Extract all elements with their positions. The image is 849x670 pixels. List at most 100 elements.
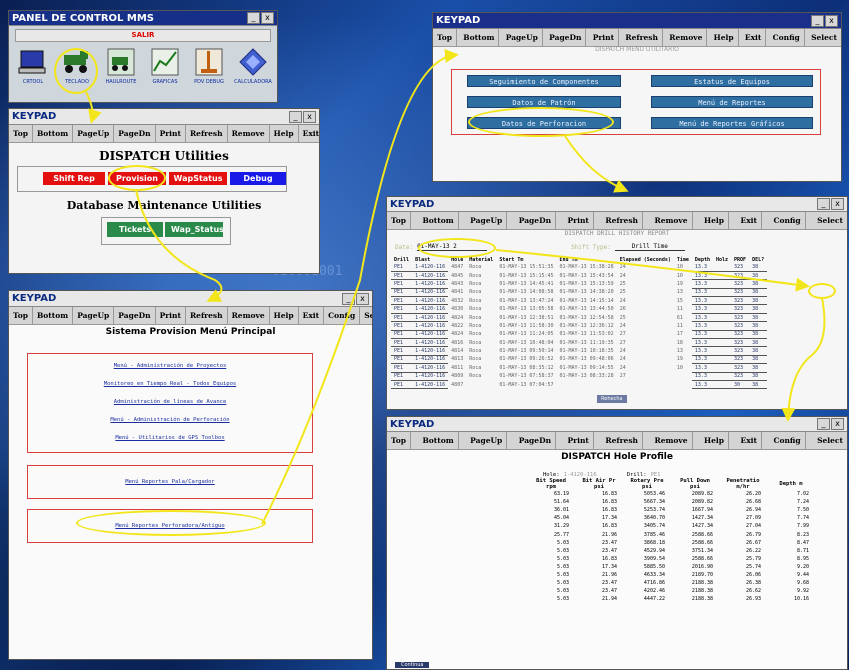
select-button[interactable]: Select xyxy=(813,212,847,229)
drill-row[interactable]: PE1 1-4120-116 4822 Roca 01-MAY-13 11:58:30 0… xyxy=(391,321,768,331)
select-button[interactable]: Select xyxy=(813,432,847,449)
minimize-icon[interactable]: _ xyxy=(247,12,260,24)
exit-button[interactable]: Exit xyxy=(741,29,767,46)
top-button[interactable]: Top xyxy=(9,125,33,142)
debug-button[interactable]: Debug xyxy=(230,172,286,185)
exit-button[interactable]: Exit xyxy=(736,432,762,449)
bottom-button[interactable]: Bottom xyxy=(418,212,459,229)
pageup-button[interactable]: PageUp xyxy=(466,212,508,229)
print-button[interactable]: Print xyxy=(564,212,594,229)
calculadora-launcher[interactable]: CALCULADORA xyxy=(231,47,275,85)
wapstatus-button[interactable]: WapStatus xyxy=(169,172,227,185)
pageup-button[interactable]: PageUp xyxy=(466,432,508,449)
pageup-button[interactable]: PageUp xyxy=(502,29,543,46)
continua-button[interactable]: Continua xyxy=(395,662,430,668)
pagedn-button[interactable]: PageDn xyxy=(545,29,587,46)
minimize-icon[interactable]: _ xyxy=(342,292,355,305)
close-icon[interactable]: x xyxy=(825,14,838,27)
drill-row[interactable]: PE1 1-4120-116 4813 Roca 01-MAY-13 09:26:52 0… xyxy=(391,355,768,365)
drill-row[interactable]: PE1 1-4120-116 4830 Roca 01-MAY-13 13:05:58 0… xyxy=(391,304,768,314)
remove-button[interactable]: Remove xyxy=(665,29,708,46)
salir-button[interactable]: SALIR xyxy=(15,29,271,42)
link-monitoreo-tiempo-real[interactable]: Monitoreo en Tiempo Real - Todos Equipos xyxy=(28,375,312,393)
pagedn-button[interactable]: PageDn xyxy=(515,212,557,229)
menu-reportes-button[interactable]: Menú de Reportes xyxy=(651,96,813,108)
tickets-button[interactable]: Tickets xyxy=(107,222,163,237)
minimize-icon[interactable]: _ xyxy=(817,198,830,210)
refresh-button[interactable]: Refresh xyxy=(601,432,643,449)
exit-button[interactable]: Exit xyxy=(736,212,762,229)
link-gps-toolbox[interactable]: Menú - Utilitarios de GPS Toolbox xyxy=(28,429,312,447)
select-button[interactable]: Select xyxy=(807,29,841,46)
close-icon[interactable]: x xyxy=(831,418,844,430)
haulroute-launcher[interactable]: HAULROUTE xyxy=(99,47,143,85)
top-button[interactable]: Top xyxy=(387,432,411,449)
drill-row[interactable]: PE1 1-4120-116 4824 Roca 01-MAY-13 11:24:05 0… xyxy=(391,330,768,340)
refresh-button[interactable]: Refresh xyxy=(186,125,228,142)
minimize-icon[interactable]: _ xyxy=(811,14,824,27)
bottom-button[interactable]: Bottom xyxy=(418,432,459,449)
exit-button[interactable]: Exit xyxy=(299,307,325,324)
print-button[interactable]: Print xyxy=(156,307,186,324)
pageup-button[interactable]: PageUp xyxy=(73,125,115,142)
drill-row[interactable]: PE1 1-4120-116 4832 Roca 01-MAY-13 13:47:24 0… xyxy=(391,296,768,306)
close-icon[interactable]: x xyxy=(356,292,369,305)
seguimiento-componentes-button[interactable]: Seguimiento de Componentes xyxy=(467,75,621,87)
config-button[interactable]: Config xyxy=(769,29,805,46)
help-button[interactable]: Help xyxy=(270,125,299,142)
config-button[interactable]: Config xyxy=(324,307,361,324)
pageup-button[interactable]: PageUp xyxy=(73,307,115,324)
rehecha-button[interactable]: Rehecha xyxy=(597,395,627,403)
shift-rep-button[interactable]: Shift Rep xyxy=(43,172,105,185)
shift-input[interactable]: Drill Time xyxy=(614,243,685,251)
print-button[interactable]: Print xyxy=(156,125,186,142)
close-icon[interactable]: x xyxy=(303,110,316,123)
drill-row[interactable]: PE1 1-4120-116 4845 Roca 01-MAY-13 15:15:45 0… xyxy=(391,271,768,281)
help-button[interactable]: Help xyxy=(700,432,729,449)
estatus-equipos-button[interactable]: Estatus de Equipos xyxy=(651,75,813,87)
select-button[interactable]: Select xyxy=(360,307,372,324)
drill-row[interactable]: PE1 1-4120-116 4814 Roca 01-MAY-13 09:50:14 0… xyxy=(391,346,768,356)
help-button[interactable]: Help xyxy=(700,212,729,229)
bottom-button[interactable]: Bottom xyxy=(33,125,74,142)
config-button[interactable]: Config xyxy=(769,432,806,449)
top-button[interactable]: Top xyxy=(433,29,457,46)
bottom-button[interactable]: Bottom xyxy=(459,29,500,46)
graficas-launcher[interactable]: GRAFICAS xyxy=(143,47,187,85)
crtool-launcher[interactable]: CRTOOL xyxy=(11,47,55,85)
menu-reportes-graficos-button[interactable]: Menú de Reportes Gráficos xyxy=(651,117,813,129)
refresh-button[interactable]: Refresh xyxy=(601,212,643,229)
close-icon[interactable]: x xyxy=(831,198,844,210)
drill-row[interactable]: PE1 1-4120-116 4847 Roca 01-MAY-13 15:51:35 0… xyxy=(391,263,768,272)
minimize-icon[interactable]: _ xyxy=(817,418,830,430)
pagedn-button[interactable]: PageDn xyxy=(515,432,557,449)
refresh-button[interactable]: Refresh xyxy=(186,307,228,324)
drill-row[interactable]: PE1 1-4120-116 4843 Roca 01-MAY-13 14:45:41 0… xyxy=(391,279,768,289)
config-button[interactable]: Config xyxy=(769,212,806,229)
help-button[interactable]: Help xyxy=(270,307,299,324)
help-button[interactable]: Help xyxy=(710,29,739,46)
print-button[interactable]: Print xyxy=(589,29,620,46)
drill-row[interactable]: PE1 1-4120-116 4824 Roca 01-MAY-13 12:38:51 0… xyxy=(391,313,768,323)
drill-row[interactable]: PE1 1-4120-116 4809 Roca 01-MAY-13 07:58:37 0… xyxy=(391,372,768,381)
close-icon[interactable]: x xyxy=(261,12,274,24)
drill-row[interactable]: PE1 1-4120-116 4807 01-MAY-13 07:04:57 13.3 3… xyxy=(391,380,768,390)
exit-button[interactable]: Exit xyxy=(299,125,319,142)
link-reportes-pala[interactable]: Menú Reportes Pala/Cargador xyxy=(28,473,312,491)
link-administracion-perforacion[interactable]: Menú - Administración de Perforación xyxy=(28,411,312,429)
wap-status-button[interactable]: Wap_Status xyxy=(165,222,224,237)
remove-button[interactable]: Remove xyxy=(650,432,693,449)
pagedn-button[interactable]: PageDn xyxy=(114,125,156,142)
remove-button[interactable]: Remove xyxy=(650,212,693,229)
drill-row[interactable]: PE1 1-4120-116 4841 Roca 01-MAY-13 14:08:58 0… xyxy=(391,288,768,298)
link-lineas-avance[interactable]: Administración de líneas de Avance xyxy=(28,393,312,411)
pdv-debug-launcher[interactable]: PDV DEBUG xyxy=(187,47,231,85)
refresh-button[interactable]: Refresh xyxy=(621,29,663,46)
pagedn-button[interactable]: PageDn xyxy=(114,307,156,324)
bottom-button[interactable]: Bottom xyxy=(33,307,74,324)
print-button[interactable]: Print xyxy=(564,432,594,449)
top-button[interactable]: Top xyxy=(9,307,33,324)
link-administracion-proyectos[interactable]: Menú - Administración de Proyectos xyxy=(28,357,312,375)
drill-row[interactable]: PE1 1-4120-116 4811 Roca 01-MAY-13 08:35:12 0… xyxy=(391,363,768,373)
minimize-icon[interactable]: _ xyxy=(289,110,302,123)
